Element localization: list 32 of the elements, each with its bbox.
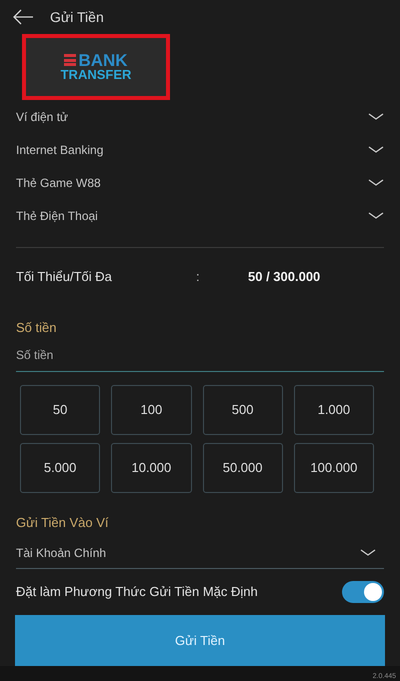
chevron-down-icon bbox=[360, 549, 376, 557]
amount-option[interactable]: 500 bbox=[202, 384, 283, 434]
chevron-down-icon bbox=[368, 112, 384, 120]
bank-transfer-card[interactable]: BANK TRANSFER bbox=[22, 34, 170, 100]
transfer-logo-text: TRANSFER bbox=[60, 68, 132, 82]
amount-option[interactable]: 1.000 bbox=[294, 384, 374, 434]
field-label: Số tiền bbox=[15, 319, 58, 337]
amount-field[interactable]: Số tiền bbox=[16, 344, 384, 372]
payment-method-row[interactable]: Ví điện tử bbox=[16, 100, 384, 133]
amount-option[interactable]: 10.000 bbox=[111, 442, 192, 492]
payment-method-row[interactable]: Thẻ Điện Thoại bbox=[16, 199, 384, 232]
toggle-label: Đặt làm Phương Thức Gửi Tiền Mặc Định bbox=[16, 583, 258, 602]
amount-option[interactable]: 100 bbox=[111, 384, 192, 434]
chevron-down-icon bbox=[368, 178, 384, 186]
toggle-switch[interactable] bbox=[342, 581, 384, 603]
chevron-down-icon bbox=[368, 146, 384, 154]
limit-value: 50 / 300.000 bbox=[248, 268, 320, 286]
back-icon[interactable] bbox=[12, 9, 34, 25]
limit-label: Tối Thiểu/Tối Đa bbox=[16, 268, 113, 286]
bank-logo-text: BANK bbox=[78, 52, 128, 68]
stripes-icon bbox=[64, 54, 76, 66]
payment-method-row[interactable]: Thẻ Game W88 bbox=[16, 166, 384, 199]
payment-method-row[interactable]: Internet Banking bbox=[16, 133, 384, 166]
amount-option[interactable]: 100.000 bbox=[294, 442, 374, 492]
amount-option[interactable]: 50 bbox=[20, 384, 100, 434]
page-title: Gửi Tiền bbox=[50, 8, 104, 26]
separator-text: : bbox=[196, 268, 201, 286]
amount-option[interactable]: 5.000 bbox=[20, 442, 100, 492]
amount-option[interactable]: 50.000 bbox=[202, 442, 283, 492]
wallet-dropdown[interactable]: Tài Khoản Chính bbox=[16, 542, 384, 569]
field-label: Gửi Tiền Vào Ví bbox=[15, 514, 110, 532]
chevron-down-icon bbox=[368, 212, 384, 220]
